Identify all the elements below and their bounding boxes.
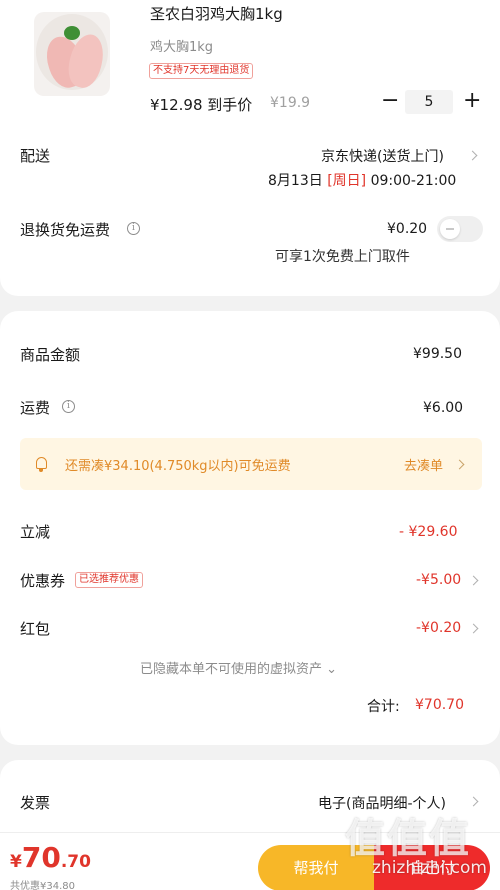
- price-suffix: 到手价: [207, 96, 253, 114]
- return-shipping-price: ¥0.20: [387, 221, 428, 237]
- instant-discount-value: - ¥29.60: [399, 524, 458, 540]
- delivery-method[interactable]: 京东快递(送货上门): [321, 146, 444, 166]
- info-icon[interactable]: i: [127, 222, 140, 235]
- freight-value: ¥6.00: [423, 400, 464, 416]
- herb-garnish: [64, 26, 80, 40]
- product-card: 圣农白羽鸡大胸1kg 鸡大胸1kg 不支持7天无理由退货 ¥12.98 到手价 …: [0, 0, 500, 296]
- total-value: ¥70.70: [415, 697, 464, 713]
- add-items-link[interactable]: 去凑单: [404, 455, 443, 474]
- chevron-down-icon: ⌄: [326, 662, 338, 677]
- price-value: ¥12.98: [150, 96, 203, 114]
- coupon-value[interactable]: -¥5.00: [416, 572, 461, 588]
- invoice-label: 发票: [20, 794, 51, 812]
- bell-icon: [36, 457, 47, 472]
- pay-amount: ¥70.70: [10, 841, 91, 874]
- red-packet-value[interactable]: -¥0.20: [416, 620, 461, 636]
- price-decimal: .70: [60, 852, 91, 872]
- product-spec: 鸡大胸1kg: [150, 40, 214, 55]
- product-title[interactable]: 圣农白羽鸡大胸1kg: [150, 3, 283, 24]
- decrease-quantity-button[interactable]: −: [381, 90, 399, 112]
- toggle-knob: [440, 219, 460, 239]
- original-price: ¥19.9: [270, 95, 311, 111]
- chevron-right-icon: [468, 796, 479, 807]
- delivery-weekday: [周日]: [327, 173, 367, 189]
- red-packet-label: 红包: [20, 620, 51, 638]
- return-shipping-label: 退换货免运费: [20, 221, 111, 239]
- chevron-right-icon: [454, 459, 465, 470]
- return-policy-tag: 不支持7天无理由退货: [149, 63, 254, 79]
- goods-amount-label: 商品金额: [20, 346, 81, 364]
- instant-discount-label: 立减: [20, 523, 51, 541]
- product-image[interactable]: [34, 12, 110, 96]
- freight-label: 运费: [20, 399, 51, 417]
- free-shipping-banner[interactable]: 还需凑¥34.10(4.750kg以内)可免运费 去凑单: [20, 438, 482, 490]
- hidden-assets-toggle[interactable]: 已隐藏本单不可使用的虚拟资产 ⌄: [140, 658, 337, 677]
- delivery-time[interactable]: 8月13日 [周日] 09:00-21:00: [268, 170, 456, 190]
- quantity-input[interactable]: 5: [405, 90, 453, 114]
- increase-quantity-button[interactable]: +: [463, 90, 481, 112]
- product-price: ¥12.98 到手价: [150, 94, 252, 115]
- currency-symbol: ¥: [10, 852, 22, 872]
- delivery-hours: 09:00-21:00: [370, 173, 457, 189]
- chevron-right-icon: [468, 623, 479, 634]
- total-label: 合计:: [367, 699, 400, 715]
- coupon-recommended-tag: 已选推荐优惠: [75, 572, 143, 588]
- return-shipping-note: 可享1次免费上门取件: [275, 249, 410, 265]
- delivery-label: 配送: [20, 147, 51, 165]
- chevron-right-icon: [467, 150, 478, 161]
- goods-amount-value: ¥99.50: [413, 346, 462, 362]
- return-shipping-toggle[interactable]: [437, 216, 483, 242]
- total-savings: 共优惠¥34.80: [10, 881, 75, 890]
- price-integer: 70: [21, 841, 61, 874]
- coupon-label: 优惠券: [20, 572, 66, 590]
- chevron-right-icon: [468, 575, 479, 586]
- delivery-date: 8月13日: [268, 173, 323, 189]
- info-icon[interactable]: i: [62, 400, 75, 413]
- free-shipping-text: 还需凑¥34.10(4.750kg以内)可免运费: [65, 459, 291, 474]
- hidden-assets-text: 已隐藏本单不可使用的虚拟资产: [140, 662, 323, 677]
- site-watermark: 值值值: [345, 816, 471, 862]
- site-watermark-url: zhizhizhi.com: [372, 858, 487, 878]
- order-summary-card: 商品金额 ¥99.50 运费 i ¥6.00 还需凑¥34.10(4.750kg…: [0, 311, 500, 745]
